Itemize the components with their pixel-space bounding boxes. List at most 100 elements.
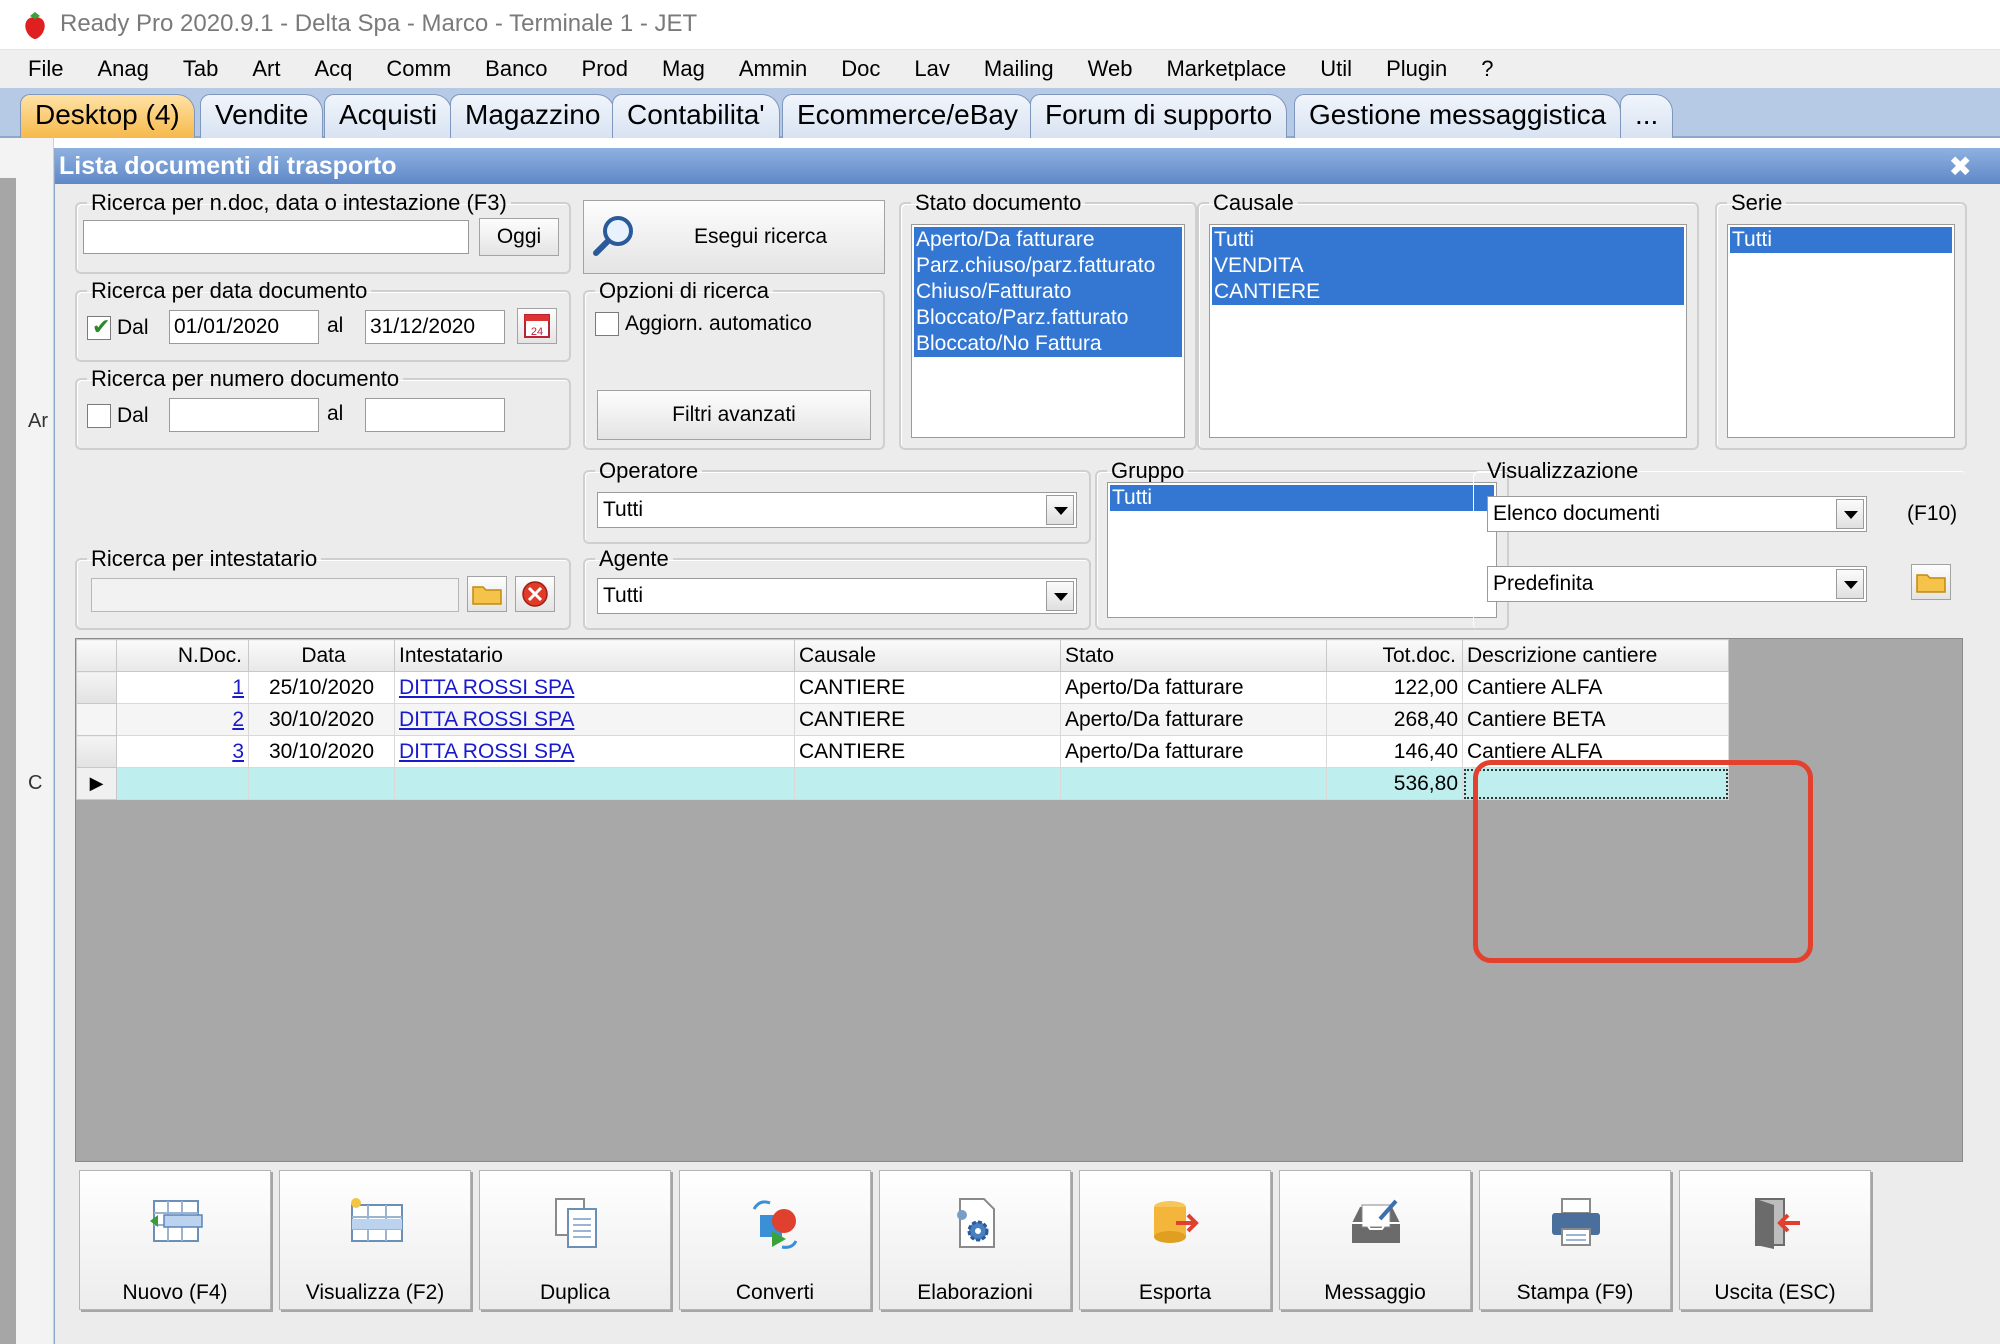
tab-messaggistica[interactable]: Gestione messaggistica [1294,94,1622,138]
serie-list[interactable]: Tutti [1727,224,1955,438]
date-from-input[interactable] [169,310,319,344]
tab-magazzino[interactable]: Magazzino [450,94,616,138]
menu-anag[interactable]: Anag [97,56,148,82]
tab-vendite[interactable]: Vendite [200,94,324,138]
exit-button[interactable]: Uscita (ESC) [1679,1170,1871,1310]
advanced-filters-button[interactable]: Filtri avanzati [597,390,871,440]
causale-option[interactable]: VENDITA [1212,253,1684,279]
holder-clear-button[interactable] [515,576,555,612]
column-header-causale[interactable]: Causale [794,639,1061,672]
tab-acquisti[interactable]: Acquisti [324,94,453,138]
row-indicator[interactable] [76,671,117,704]
menu-ammin[interactable]: Ammin [739,56,807,82]
auto-update-label: Aggiorn. automatico [625,312,812,335]
table-row[interactable]: 2 30/10/2020 DITTA ROSSI SPA CANTIERE Ap… [76,703,1729,736]
close-icon[interactable]: ✖ [1949,150,1972,183]
date-to-input[interactable] [365,310,505,344]
number-from-checkbox[interactable] [87,404,111,428]
convert-button-label: Converti [735,1281,815,1304]
today-button[interactable]: Oggi [479,218,559,256]
clear-icon [522,581,548,607]
convert-button[interactable]: Converti [679,1170,871,1310]
number-from-input[interactable] [169,398,319,432]
chevron-down-icon[interactable] [1836,499,1864,529]
menu-marketplace[interactable]: Marketplace [1166,56,1286,82]
chevron-down-icon[interactable] [1836,569,1864,599]
tab-contabilita[interactable]: Contabilita' [612,94,780,138]
duplicate-button[interactable]: Duplica [479,1170,671,1310]
layout-folder-button[interactable] [1911,564,1951,600]
print-button[interactable]: Stampa (F9) [1479,1170,1671,1310]
table-row[interactable]: 1 25/10/2020 DITTA ROSSI SPA CANTIERE Ap… [76,671,1729,704]
tab-ecommerce[interactable]: Ecommerce/eBay [782,94,1033,138]
tab-desktop[interactable]: Desktop (4) [20,94,195,138]
cell-data: 30/10/2020 [248,703,395,736]
causale-option[interactable]: Tutti [1212,227,1684,253]
document-state-option[interactable]: Bloccato/Parz.fatturato [914,305,1182,331]
document-state-option[interactable]: Chiuso/Fatturato [914,279,1182,305]
holder-link[interactable]: DITTA ROSSI SPA [399,676,574,699]
menu-util[interactable]: Util [1320,56,1352,82]
menu-mag[interactable]: Mag [662,56,705,82]
message-button[interactable]: Messaggio [1279,1170,1471,1310]
menu-mailing[interactable]: Mailing [984,56,1054,82]
column-header-intestatario[interactable]: Intestatario [394,639,795,672]
view-button[interactable]: Visualizza (F2) [279,1170,471,1310]
export-button-label: Esporta [1138,1281,1212,1304]
operatore-select[interactable]: Tutti [597,492,1077,528]
desktop-label: C [28,772,43,794]
row-indicator[interactable] [76,735,117,768]
serie-option[interactable]: Tutti [1730,227,1952,253]
column-header-stato[interactable]: Stato [1060,639,1327,672]
causale-option[interactable]: CANTIERE [1212,279,1684,305]
menu-prod[interactable]: Prod [582,56,628,82]
menu-doc[interactable]: Doc [841,56,880,82]
menu-banco[interactable]: Banco [485,56,547,82]
column-header-tot[interactable]: Tot.doc. [1326,639,1463,672]
document-state-option[interactable]: Parz.chiuso/parz.fatturato [914,253,1182,279]
causale-list[interactable]: Tutti VENDITA CANTIERE [1209,224,1687,438]
chevron-down-icon[interactable] [1046,581,1074,611]
menu-plugin[interactable]: Plugin [1386,56,1447,82]
execute-search-button[interactable]: Esegui ricerca [583,200,885,274]
tab-forum[interactable]: Forum di supporto [1030,94,1288,138]
column-header-ndoc[interactable]: N.Doc. [116,639,249,672]
row-indicator[interactable] [76,703,117,736]
document-link[interactable]: 2 [232,708,244,731]
menu-acq[interactable]: Acq [314,56,352,82]
holder-link[interactable]: DITTA ROSSI SPA [399,708,574,731]
menu-comm[interactable]: Comm [386,56,451,82]
document-state-option[interactable]: Aperto/Da fatturare [914,227,1182,253]
menu-web[interactable]: Web [1088,56,1133,82]
gruppo-option[interactable]: Tutti [1110,485,1494,511]
calendar-button[interactable]: 24 [517,308,557,344]
column-header-data[interactable]: Data [248,639,395,672]
export-button[interactable]: Esporta [1079,1170,1271,1310]
column-header-descrizione[interactable]: Descrizione cantiere [1462,639,1729,672]
agente-select[interactable]: Tutti [597,578,1077,614]
quick-search-input[interactable] [83,220,469,254]
new-button[interactable]: Nuovo (F4) [79,1170,271,1310]
holder-search-input[interactable] [91,578,459,612]
number-to-input[interactable] [365,398,505,432]
menu-tab[interactable]: Tab [183,56,218,82]
date-from-checkbox[interactable]: ✔ [87,314,111,340]
cell-empty [794,767,1061,800]
menu-lav[interactable]: Lav [914,56,949,82]
document-state-list[interactable]: Aperto/Da fatturare Parz.chiuso/parz.fat… [911,224,1185,438]
visualizzazione-layout-select[interactable]: Predefinita [1487,566,1867,602]
menu-art[interactable]: Art [252,56,280,82]
holder-link[interactable]: DITTA ROSSI SPA [399,740,574,763]
menu-file[interactable]: File [28,56,63,82]
gruppo-list[interactable]: Tutti [1107,482,1497,618]
tab-more[interactable]: ... [1620,94,1674,138]
document-link[interactable]: 3 [232,740,244,763]
holder-browse-button[interactable] [467,576,507,612]
menu-help[interactable]: ? [1481,56,1493,82]
processing-button[interactable]: Elaborazioni [879,1170,1071,1310]
chevron-down-icon[interactable] [1046,495,1074,525]
document-state-option[interactable]: Bloccato/No Fattura [914,331,1182,357]
visualizzazione-mode-select[interactable]: Elenco documenti [1487,496,1867,532]
auto-update-checkbox[interactable] [595,312,619,336]
document-link[interactable]: 1 [232,676,244,699]
